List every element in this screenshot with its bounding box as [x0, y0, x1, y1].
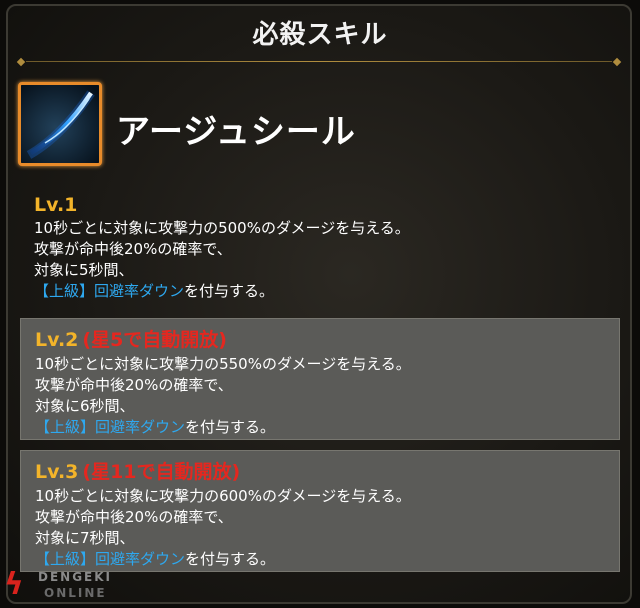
- level-label: Lv.1: [34, 194, 78, 216]
- level-3-damage-text: 10秒ごとに対象に攻撃力の600%のダメージを与える。: [35, 487, 411, 505]
- divider-left-ornament: [16, 57, 26, 67]
- effect-suffix: を付与する。: [185, 550, 276, 568]
- divider-line: [26, 61, 612, 62]
- skill-name: アージュシール: [116, 112, 356, 152]
- debuff-name: 【上級】回避率ダウン: [34, 282, 185, 300]
- level-1-duration-text: 対象に5秒間、: [34, 261, 134, 279]
- level-2-chance-text: 攻撃が命中後20%の確率で、: [35, 376, 233, 394]
- level-2-duration-text: 対象に6秒間、: [35, 397, 135, 415]
- level-3-header: Lv.3 (星11で自動開放): [35, 457, 619, 484]
- level-3-chance-text: 攻撃が命中後20%の確率で、: [35, 508, 233, 526]
- level-2-block: Lv.2 (星5で自動開放) 10秒ごとに対象に攻撃力の550%のダメージを与える…: [20, 318, 620, 440]
- level-label: Lv.3: [35, 461, 79, 483]
- level-2-damage-text: 10秒ごとに対象に攻撃力の550%のダメージを与える。: [35, 355, 411, 373]
- effect-suffix: を付与する。: [184, 282, 275, 300]
- level-2-header: Lv.2 (星5で自動開放): [35, 325, 619, 352]
- level-3-duration-text: 対象に7秒間、: [35, 529, 135, 547]
- title-divider: [16, 57, 622, 67]
- level-1-block: Lv.1 10秒ごとに対象に攻撃力の500%のダメージを与える。 攻撃が命中後2…: [20, 188, 620, 308]
- level-label: Lv.2: [35, 329, 79, 351]
- level-2-effect-text: 【上級】回避率ダウンを付与する。: [35, 417, 619, 438]
- level-1-chance-text: 攻撃が命中後20%の確率で、: [34, 240, 232, 258]
- unlock-condition: (星11で自動開放): [82, 461, 241, 483]
- unlock-condition: (星5で自動開放): [82, 329, 227, 351]
- watermark-logo: ϟ DENGEKI ONLINE: [4, 568, 134, 604]
- level-1-effect-text: 【上級】回避率ダウンを付与する。: [34, 281, 620, 302]
- page-title: 必殺スキル: [252, 20, 388, 50]
- debuff-name: 【上級】回避率ダウン: [35, 550, 186, 568]
- watermark-line-2: ONLINE: [44, 586, 107, 600]
- level-3-effect-text: 【上級】回避率ダウンを付与する。: [35, 549, 619, 570]
- effect-suffix: を付与する。: [185, 418, 276, 436]
- watermark-line-1: DENGEKI: [38, 570, 113, 584]
- divider-right-ornament: [612, 57, 622, 67]
- level-1-header: Lv.1: [34, 194, 620, 216]
- level-3-block: Lv.3 (星11で自動開放) 10秒ごとに対象に攻撃力の600%のダメージを与え…: [20, 450, 620, 572]
- debuff-name: 【上級】回避率ダウン: [35, 418, 186, 436]
- level-1-damage-text: 10秒ごとに対象に攻撃力の500%のダメージを与える。: [34, 219, 410, 237]
- blue-slash-icon: [18, 82, 102, 166]
- lightning-icon: ϟ: [4, 567, 24, 602]
